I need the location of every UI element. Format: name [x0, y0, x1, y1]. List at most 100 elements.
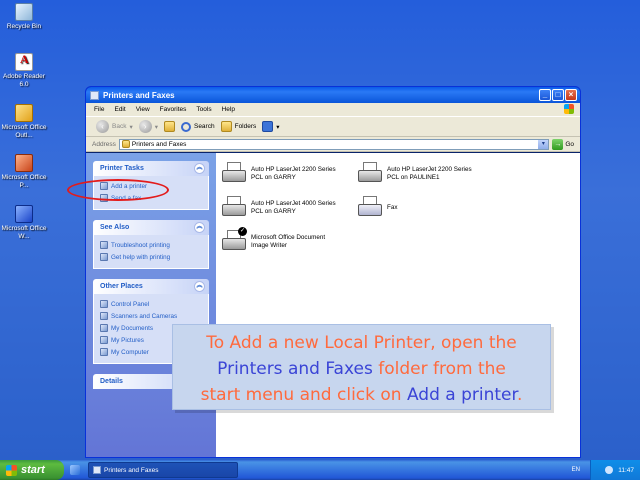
start-button[interactable]: start	[0, 460, 64, 480]
printer-name: Auto HP LaserJet 2200 Series	[251, 166, 336, 173]
desktop-icon-recycle-bin[interactable]: Recycle Bin	[1, 3, 47, 31]
printer-name: Fax	[387, 204, 398, 211]
instruction-caption: To Add a new Local Printer, open the Pri…	[172, 324, 551, 410]
language-indicator[interactable]: EN	[572, 467, 580, 473]
address-folder-icon	[121, 140, 130, 148]
printer-item[interactable]: Auto HP LaserJet 2200 Series PCL on GARR…	[221, 161, 336, 185]
link-label: Scanners and Cameras	[111, 312, 178, 320]
printer-port: PCL on PAULINE1	[387, 174, 440, 181]
back-arrow-icon: ‹	[96, 120, 109, 133]
outlook-icon	[15, 104, 33, 122]
collapse-chevron-icon[interactable]: ︽	[194, 281, 205, 292]
menu-favorites[interactable]: Favorites	[160, 106, 187, 113]
control-panel-link[interactable]: Control Panel	[100, 298, 202, 310]
back-button[interactable]: ‹ Back ▾	[96, 120, 133, 133]
desktop-icon-powerpoint[interactable]: Microsoft Office P...	[1, 154, 47, 190]
start-label: start	[21, 464, 45, 476]
menu-file[interactable]: File	[94, 106, 104, 113]
address-dropdown-icon[interactable]: ▾	[538, 139, 549, 149]
link-label: Get help with printing	[111, 253, 171, 261]
desktop-icon-label: Microsoft Office Outl...	[1, 124, 47, 139]
printer-icon	[221, 195, 247, 219]
minimize-button[interactable]: _	[539, 89, 551, 101]
folders-label: Folders	[234, 123, 257, 130]
window-titlebar[interactable]: Printers and Faxes _ □ ×	[86, 87, 580, 103]
word-icon	[15, 205, 33, 223]
close-button[interactable]: ×	[565, 89, 577, 101]
quick-launch-icon[interactable]	[70, 465, 80, 475]
panel-title: Printer Tasks	[100, 165, 144, 172]
go-button[interactable]: → Go	[552, 138, 574, 150]
get-help-printing-link[interactable]: Get help with printing	[100, 251, 202, 263]
go-arrow-icon: →	[552, 138, 564, 150]
printer-icon	[357, 161, 383, 185]
troubleshoot-printing-link[interactable]: Troubleshoot printing	[100, 239, 202, 251]
link-label: My Computer	[111, 348, 149, 356]
scanners-cameras-link[interactable]: Scanners and Cameras	[100, 310, 202, 322]
printer-name: Microsoft Office Document	[251, 234, 326, 241]
adobe-reader-icon	[15, 53, 33, 71]
menu-help[interactable]: Help	[222, 106, 235, 113]
taskbar-item-printers[interactable]: Printers and Faxes	[88, 462, 238, 478]
collapse-chevron-icon[interactable]: ︽	[194, 163, 205, 174]
default-check-icon: ✓	[238, 227, 247, 236]
link-label: Troubleshoot printing	[111, 241, 170, 249]
address-value: Printers and Faxes	[131, 140, 187, 148]
clock[interactable]: 11:47	[618, 467, 634, 474]
maximize-button[interactable]: □	[552, 89, 564, 101]
search-button[interactable]: Search	[180, 121, 215, 132]
back-dropdown-icon[interactable]: ▾	[129, 123, 132, 131]
desktop-icon-label: Adobe Reader 6.0	[3, 73, 45, 88]
windows-logo-icon	[564, 104, 574, 114]
panel-title: See Also	[100, 224, 130, 231]
windows-flag-icon	[6, 464, 17, 476]
caption-text: To Add a new Local Printer, open the	[206, 333, 517, 353]
address-bar: Address Printers and Faxes ▾ → Go	[86, 137, 580, 152]
menu-bar: File Edit View Favorites Tools Help	[86, 103, 580, 116]
toolbar: ‹ Back ▾ › ▾ Search Folders ▾	[86, 116, 580, 137]
printer-port: Image Writer	[251, 242, 287, 249]
caption-text: .	[516, 385, 523, 405]
desktop-icon-adobe-reader[interactable]: Adobe Reader 6.0	[1, 53, 47, 89]
caption-text: start menu and click on	[200, 385, 407, 405]
desktop-icon-outlook[interactable]: Microsoft Office Outl...	[1, 104, 47, 140]
forward-dropdown-icon[interactable]: ▾	[155, 123, 158, 131]
printer-item[interactable]: Auto HP LaserJet 4000 Series PCL on GARR…	[221, 195, 336, 219]
printer-name: Auto HP LaserJet 2200 Series	[387, 166, 472, 173]
menu-tools[interactable]: Tools	[196, 106, 211, 113]
fax-item[interactable]: Fax	[357, 195, 398, 219]
see-also-panel: See Also ︽ Troubleshoot printing Get hel…	[93, 220, 209, 269]
help-icon	[100, 241, 108, 249]
desktop-icon-label: Recycle Bin	[6, 23, 42, 30]
panel-header[interactable]: See Also ︽	[93, 220, 209, 235]
printer-name: Auto HP LaserJet 4000 Series	[251, 200, 336, 207]
desktop-icon-word[interactable]: Microsoft Office W...	[1, 205, 47, 241]
views-button[interactable]: ▾	[262, 121, 280, 132]
folders-button[interactable]: Folders	[220, 121, 257, 132]
printer-icon	[221, 161, 247, 185]
printer-port: PCL on GARRY	[251, 208, 296, 215]
printer-port: PCL on GARRY	[251, 174, 296, 181]
up-button[interactable]	[163, 121, 175, 132]
printer-item[interactable]: Auto HP LaserJet 2200 Series PCL on PAUL…	[357, 161, 472, 185]
menu-edit[interactable]: Edit	[114, 106, 125, 113]
forward-button[interactable]: › ▾	[138, 120, 158, 133]
pictures-folder-icon	[100, 336, 108, 344]
printer-item-default[interactable]: ✓ Microsoft Office Document Image Writer	[221, 227, 326, 253]
panel-header[interactable]: Printer Tasks ︽	[93, 161, 209, 176]
collapse-chevron-icon[interactable]: ︽	[194, 222, 205, 233]
tray-icon[interactable]	[605, 466, 614, 474]
folders-icon	[220, 121, 232, 132]
forward-arrow-icon: ›	[138, 120, 152, 133]
views-dropdown-icon: ▾	[276, 123, 280, 131]
panel-header[interactable]: Other Places ︽	[93, 279, 209, 294]
computer-icon	[100, 348, 108, 356]
folder-up-icon	[163, 121, 175, 132]
address-input[interactable]: Printers and Faxes ▾	[118, 138, 550, 150]
back-label: Back	[112, 123, 127, 130]
recycle-bin-icon	[15, 3, 33, 21]
menu-view[interactable]: View	[136, 106, 150, 113]
desktop-icon-label: Microsoft Office P...	[1, 174, 47, 189]
window-title: Printers and Faxes	[103, 90, 175, 100]
printers-list: Auto HP LaserJet 2200 Series PCL on GARR…	[216, 153, 580, 457]
